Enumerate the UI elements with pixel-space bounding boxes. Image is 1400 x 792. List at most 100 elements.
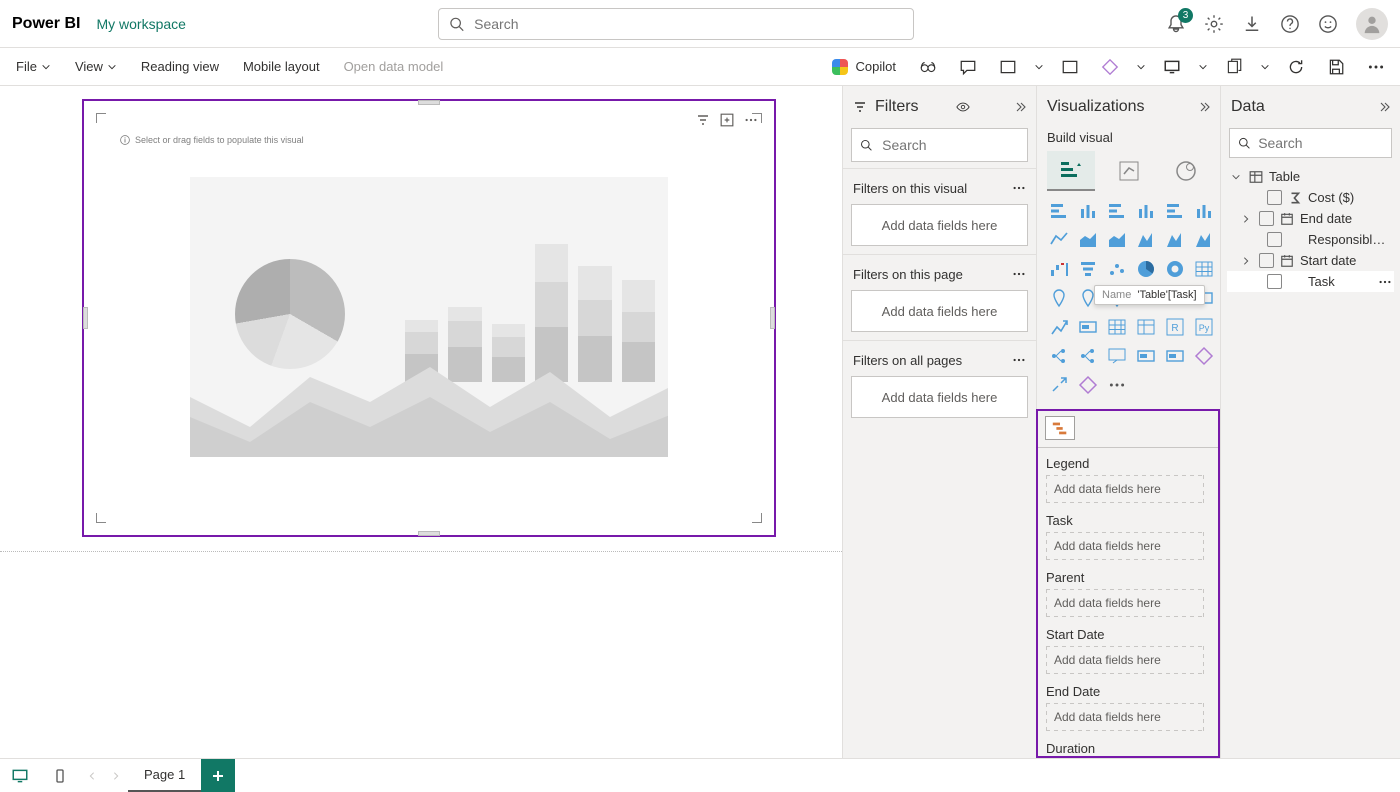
- viz-smart-narrative[interactable]: [1134, 344, 1158, 368]
- table-node[interactable]: Table: [1227, 166, 1394, 187]
- visual-more-icon[interactable]: [744, 113, 758, 127]
- viz-stacked-area[interactable]: [1105, 228, 1129, 252]
- viz-ribbon[interactable]: [1192, 228, 1216, 252]
- more-icon[interactable]: [1378, 275, 1392, 289]
- field-task[interactable]: Task: [1227, 271, 1394, 292]
- viz-map[interactable]: [1047, 286, 1071, 310]
- viz-pie[interactable]: [1134, 257, 1158, 281]
- collapse-viz[interactable]: [1198, 101, 1210, 113]
- data-search-input[interactable]: [1256, 134, 1383, 152]
- viz-py[interactable]: [1192, 315, 1216, 339]
- notifications-button[interactable]: 3: [1166, 14, 1186, 34]
- viz-stacked-bar[interactable]: [1047, 199, 1071, 223]
- explore-button[interactable]: [912, 53, 944, 81]
- well-task-drop[interactable]: Add data fields here: [1046, 532, 1204, 560]
- copy-button[interactable]: [1218, 53, 1250, 81]
- viz-100-column[interactable]: [1192, 199, 1216, 223]
- add-page-button[interactable]: [201, 759, 235, 792]
- visual-focus-icon[interactable]: [720, 113, 734, 127]
- ribbon-tool-shapes[interactable]: [1094, 53, 1126, 81]
- ribbon-tool-a-drop[interactable]: [1032, 53, 1046, 81]
- viz-paginated[interactable]: [1163, 344, 1187, 368]
- checkbox[interactable]: [1259, 211, 1274, 226]
- viz-funnel[interactable]: [1076, 257, 1100, 281]
- gantt-visual-thumb[interactable]: [1046, 417, 1074, 439]
- copilot-button[interactable]: Copilot: [824, 55, 904, 79]
- prev-page[interactable]: [80, 759, 104, 792]
- viz-line-stacked-col[interactable]: [1134, 228, 1158, 252]
- ribbon-tool-b[interactable]: [1054, 53, 1086, 81]
- viz-slicer[interactable]: [1076, 315, 1100, 339]
- settings-button[interactable]: [1204, 14, 1224, 34]
- viz-100-bar[interactable]: [1163, 199, 1187, 223]
- more-icon[interactable]: [1012, 181, 1026, 195]
- build-visual-tab[interactable]: [1047, 151, 1095, 191]
- file-menu[interactable]: File: [8, 55, 59, 78]
- feedback-button[interactable]: [1318, 14, 1338, 34]
- viz-clustered-column[interactable]: [1134, 199, 1158, 223]
- more-icon[interactable]: [1012, 353, 1026, 367]
- viz-qna[interactable]: [1105, 344, 1129, 368]
- visual-filter-icon[interactable]: [696, 113, 710, 127]
- more-icon[interactable]: [1012, 267, 1026, 281]
- viz-line-clustered-col[interactable]: [1163, 228, 1187, 252]
- copy-drop[interactable]: [1258, 53, 1272, 81]
- view-menu[interactable]: View: [67, 55, 125, 78]
- filters-search[interactable]: [851, 128, 1028, 162]
- resize-handle-n[interactable]: [418, 100, 440, 105]
- field-end-date[interactable]: End date: [1227, 208, 1394, 229]
- ribbon-tool-a[interactable]: [992, 53, 1024, 81]
- filters-all-drop[interactable]: Add data fields here: [851, 376, 1028, 418]
- viz-power-apps[interactable]: [1192, 344, 1216, 368]
- collapse-data[interactable]: [1378, 101, 1390, 113]
- field-responsible[interactable]: Responsible Tea…: [1227, 229, 1394, 250]
- well-legend-drop[interactable]: Add data fields here: [1046, 475, 1204, 503]
- canvas[interactable]: Select or drag fields to populate this v…: [0, 86, 842, 758]
- viz-line[interactable]: [1047, 228, 1071, 252]
- ribbon-tool-c-drop[interactable]: [1196, 53, 1210, 81]
- well-parent-drop[interactable]: Add data fields here: [1046, 589, 1204, 617]
- collapse-filters[interactable]: [1014, 101, 1026, 113]
- account-avatar[interactable]: [1356, 8, 1388, 40]
- viz-waterfall[interactable]: [1047, 257, 1071, 281]
- filters-search-input[interactable]: [880, 136, 1019, 154]
- viz-scatter[interactable]: [1105, 257, 1129, 281]
- viz-power-automate[interactable]: [1047, 373, 1071, 397]
- checkbox[interactable]: [1259, 253, 1274, 268]
- resize-handle-s[interactable]: [418, 531, 440, 536]
- mobile-layout-button[interactable]: Mobile layout: [235, 55, 328, 78]
- save-button[interactable]: [1320, 53, 1352, 81]
- analytics-tab[interactable]: [1162, 151, 1210, 191]
- viz-treemap[interactable]: [1192, 257, 1216, 281]
- checkbox[interactable]: [1267, 274, 1282, 289]
- viz-donut[interactable]: [1163, 257, 1187, 281]
- viz-area[interactable]: [1076, 228, 1100, 252]
- global-search-input[interactable]: [472, 15, 903, 33]
- viz-get-more[interactable]: [1105, 373, 1129, 397]
- refresh-button[interactable]: [1280, 53, 1312, 81]
- show-filters-icon[interactable]: [956, 100, 970, 114]
- reading-view-button[interactable]: Reading view: [133, 55, 227, 78]
- more-ribbon[interactable]: [1360, 53, 1392, 81]
- selected-visual[interactable]: Select or drag fields to populate this v…: [82, 99, 776, 537]
- viz-decomposition[interactable]: [1076, 344, 1100, 368]
- filters-visual-drop[interactable]: Add data fields here: [851, 204, 1028, 246]
- viz-stacked-column[interactable]: [1076, 199, 1100, 223]
- next-page[interactable]: [104, 759, 128, 792]
- download-button[interactable]: [1242, 14, 1262, 34]
- comment-button[interactable]: [952, 53, 984, 81]
- format-visual-tab[interactable]: [1105, 151, 1153, 191]
- checkbox[interactable]: [1267, 232, 1282, 247]
- well-enddate-drop[interactable]: Add data fields here: [1046, 703, 1204, 731]
- well-startdate-drop[interactable]: Add data fields here: [1046, 646, 1204, 674]
- viz-matrix[interactable]: [1134, 315, 1158, 339]
- viz-table[interactable]: [1105, 315, 1129, 339]
- filters-page-drop[interactable]: Add data fields here: [851, 290, 1028, 332]
- viz-r[interactable]: [1163, 315, 1187, 339]
- global-search[interactable]: [438, 8, 914, 40]
- field-cost[interactable]: Cost ($): [1227, 187, 1394, 208]
- resize-handle-w[interactable]: [83, 307, 88, 329]
- workspace-name[interactable]: My workspace: [96, 16, 185, 32]
- viz-kpi[interactable]: [1047, 315, 1071, 339]
- viz-custom[interactable]: [1076, 373, 1100, 397]
